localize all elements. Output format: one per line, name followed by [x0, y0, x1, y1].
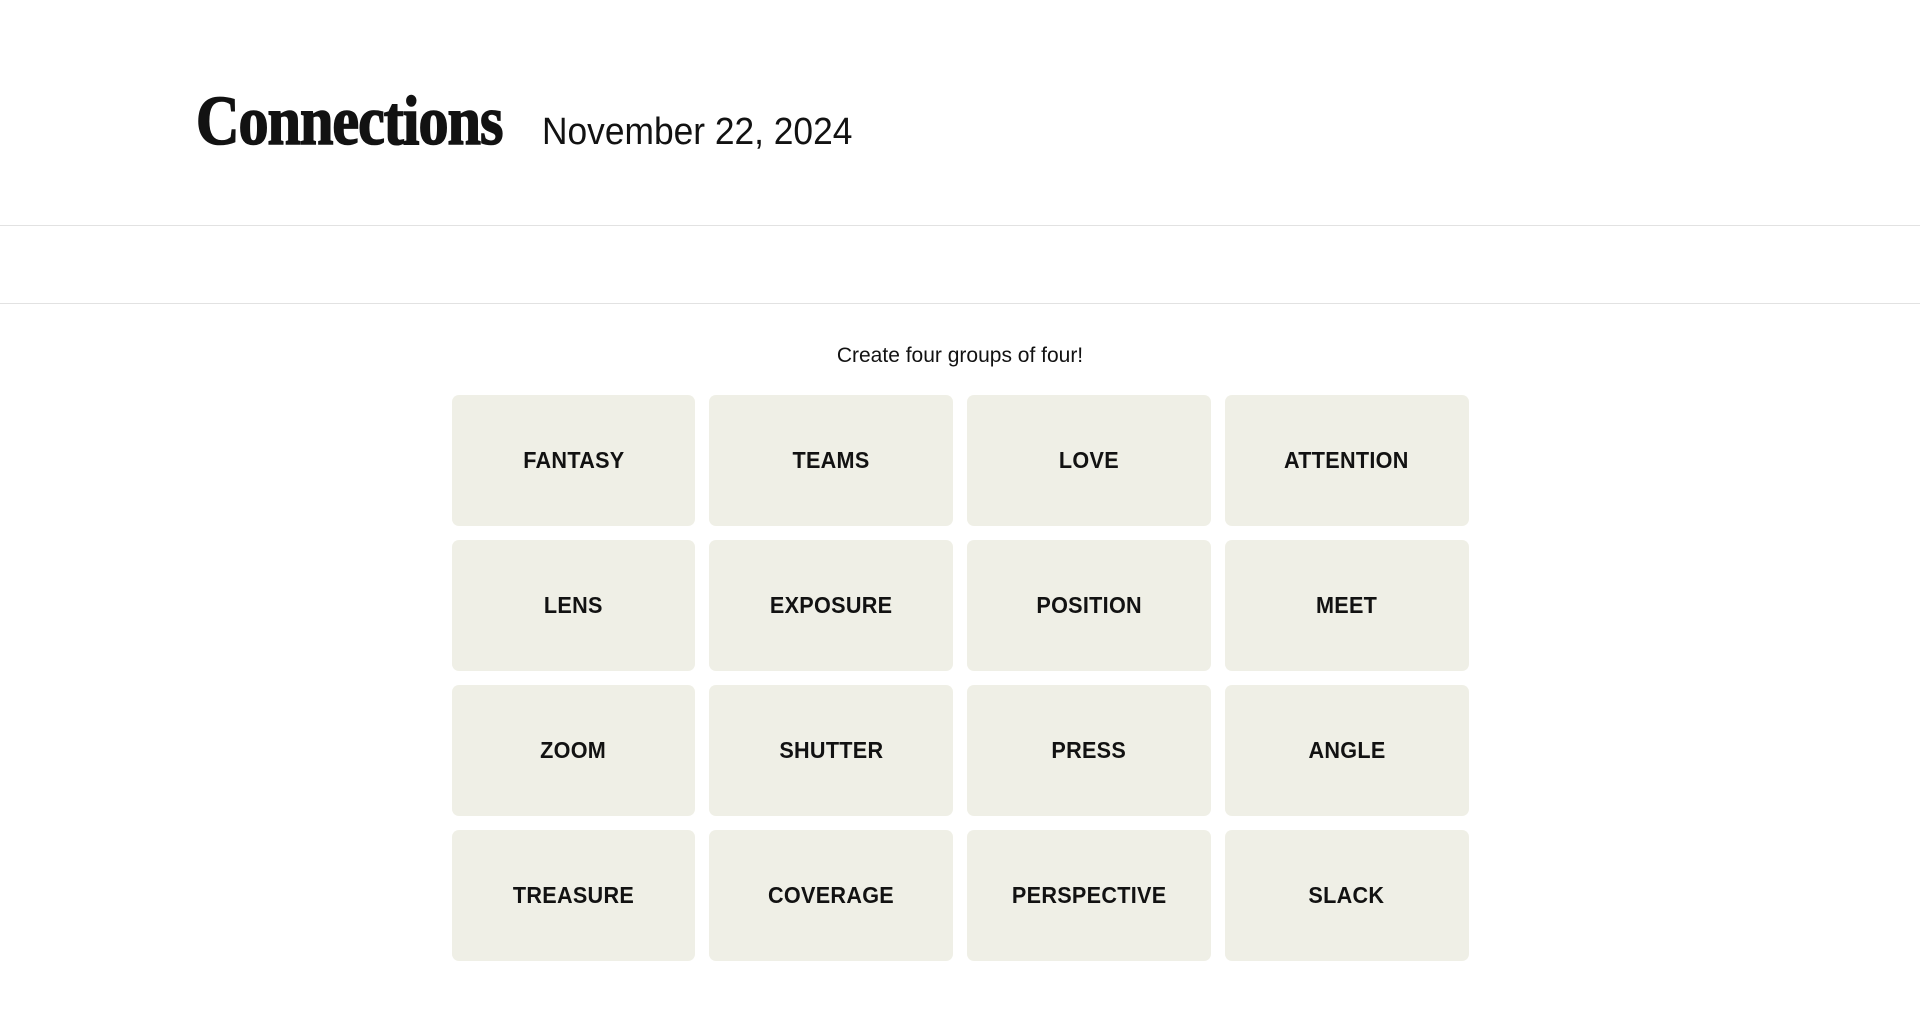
tile-label: ZOOM [540, 737, 607, 763]
tile-label: MEET [1316, 592, 1378, 618]
tile-5[interactable]: EXPOSURE [709, 540, 953, 671]
tile-4[interactable]: LENS [451, 540, 696, 671]
tile-6[interactable]: POSITION [967, 540, 1211, 671]
tile-grid: FANTASY TEAMS LOVE ATTENTION LENS EXPOSU… [451, 395, 1469, 961]
tile-label: TEAMS [792, 447, 870, 473]
tile-label: TREASURE [512, 882, 634, 908]
tile-label: EXPOSURE [769, 592, 893, 618]
tile-13[interactable]: COVERAGE [709, 830, 953, 961]
tile-15[interactable]: SLACK [1224, 830, 1469, 961]
toolbar [0, 226, 1920, 303]
tile-label: FANTASY [522, 447, 625, 473]
masthead: Connections November 22, 2024 [0, 0, 1920, 225]
tile-label: PRESS [1051, 737, 1127, 763]
puzzle-area: Create four groups of four! FANTASY TEAM… [0, 304, 1920, 961]
puzzle-date: November 22, 2024 [542, 110, 853, 153]
tile-label: COVERAGE [768, 882, 895, 908]
tile-label: SLACK [1308, 882, 1385, 908]
tile-9[interactable]: SHUTTER [709, 685, 953, 816]
masthead-inner: Connections November 22, 2024 [195, 40, 876, 204]
tile-label: POSITION [1036, 592, 1142, 618]
tile-8[interactable]: ZOOM [451, 685, 696, 816]
tile-1[interactable]: TEAMS [709, 395, 953, 526]
tile-label: ATTENTION [1284, 447, 1409, 473]
tile-0[interactable]: FANTASY [451, 395, 696, 526]
tile-3[interactable]: ATTENTION [1224, 395, 1469, 526]
tile-label: PERSPECTIVE [1011, 882, 1167, 908]
tile-label: SHUTTER [779, 737, 884, 763]
tile-12[interactable]: TREASURE [451, 830, 696, 961]
tile-2[interactable]: LOVE [967, 395, 1211, 526]
tile-14[interactable]: PERSPECTIVE [967, 830, 1211, 961]
tile-label: LOVE [1058, 447, 1119, 473]
tile-7[interactable]: MEET [1224, 540, 1469, 671]
tile-10[interactable]: PRESS [967, 685, 1211, 816]
instructions-text: Create four groups of four! [836, 344, 1084, 367]
tile-label: ANGLE [1308, 737, 1386, 763]
tile-11[interactable]: ANGLE [1224, 685, 1469, 816]
tile-label: LENS [543, 592, 603, 618]
page-title: Connections [195, 82, 504, 160]
